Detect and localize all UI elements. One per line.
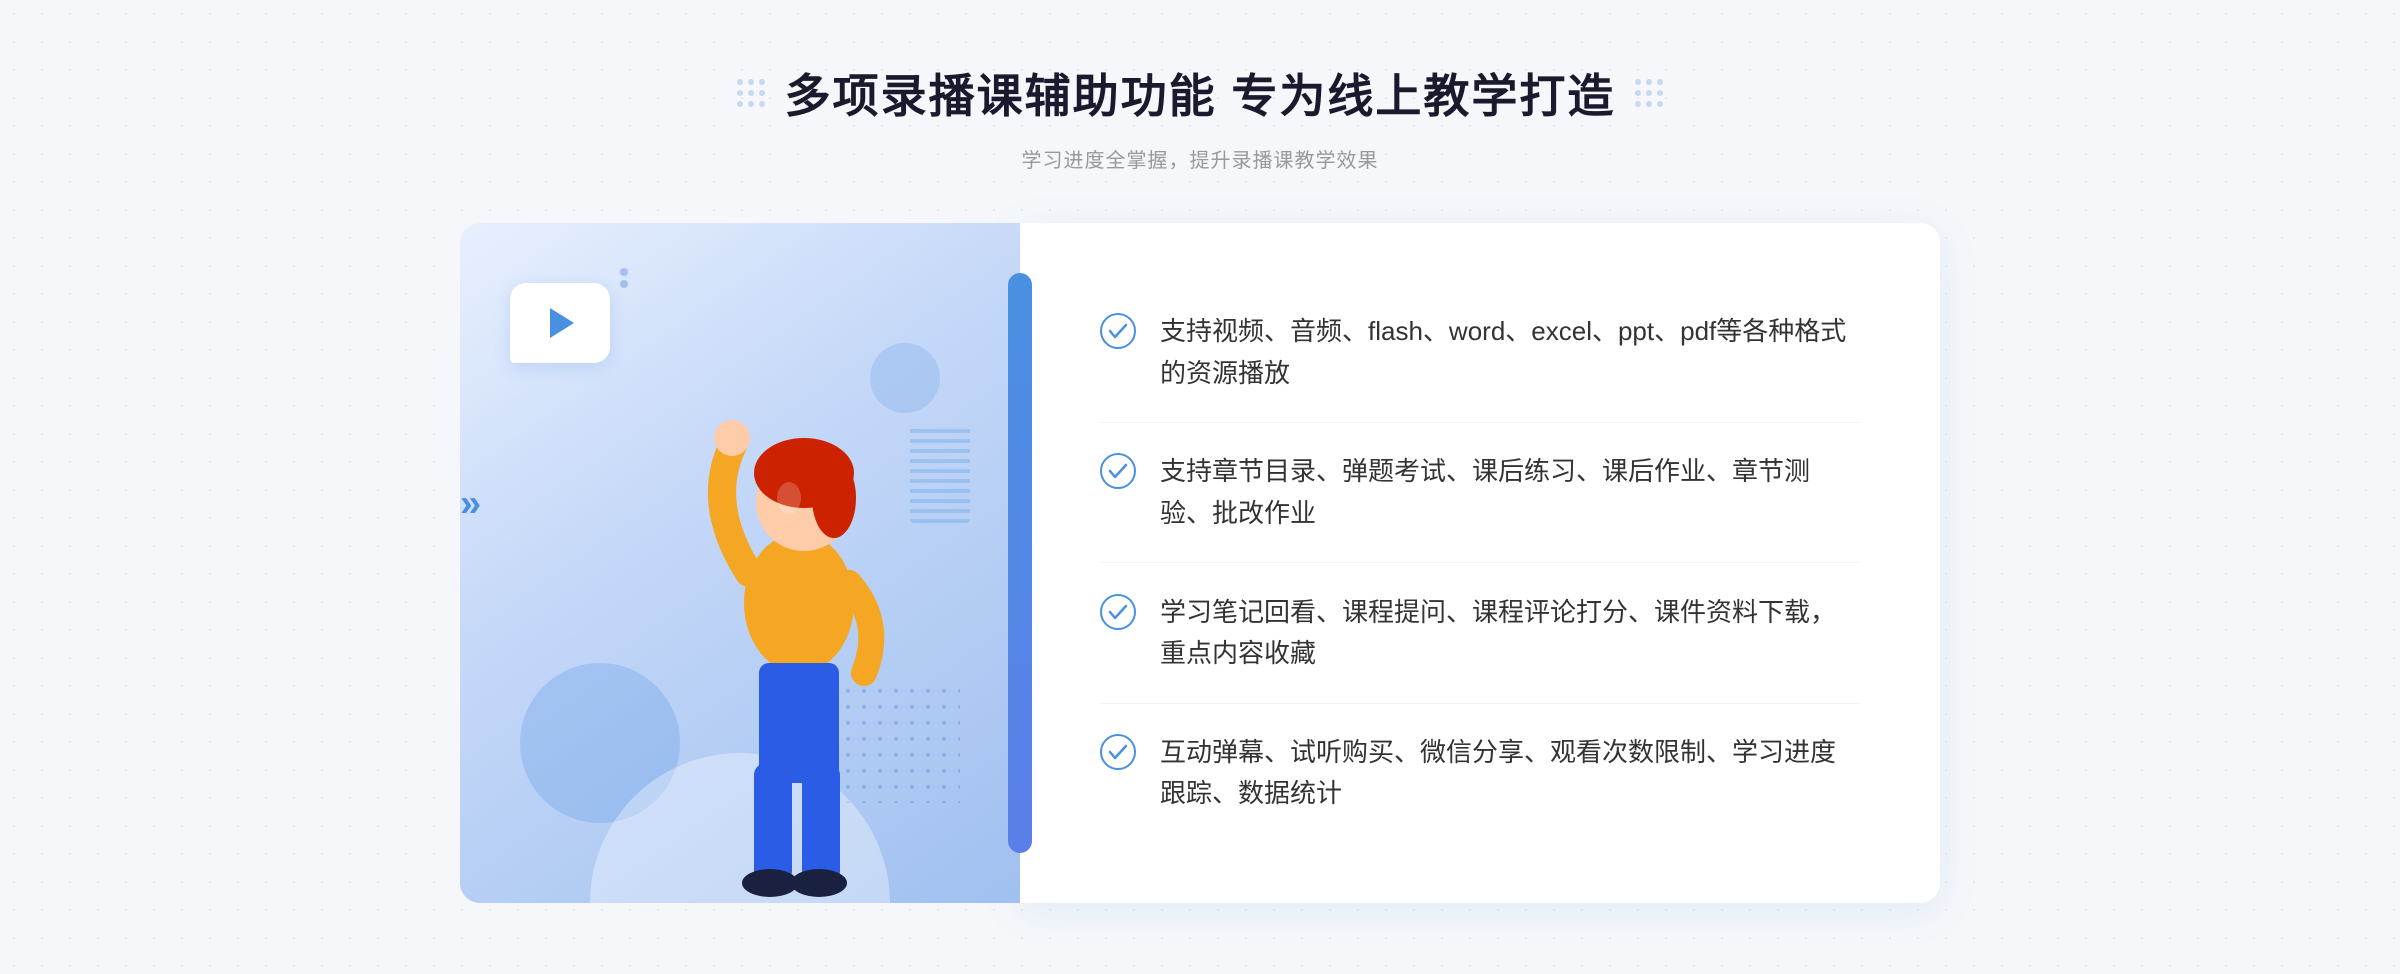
feature-item-2: 支持章节目录、弹题考试、课后练习、课后作业、章节测验、批改作业 — [1100, 423, 1860, 563]
left-arrows-decoration: » — [460, 483, 475, 526]
main-title: 多项录播课辅助功能 专为线上教学打造 — [785, 60, 1616, 126]
sparkle-decoration — [620, 268, 628, 288]
feature-text-1: 支持视频、音频、flash、word、excel、ppt、pdf等各种格式的资源… — [1160, 311, 1860, 394]
decorative-dots-left — [737, 79, 765, 107]
feature-text-2: 支持章节目录、弹题考试、课后练习、课后作业、章节测验、批改作业 — [1160, 451, 1860, 534]
feature-item-3: 学习笔记回看、课程提问、课程评论打分、课件资料下载，重点内容收藏 — [1100, 564, 1860, 704]
check-icon-4 — [1100, 734, 1136, 770]
page-wrapper: 多项录播课辅助功能 专为线上教学打造 学习进度全掌握，提升录播课教学效果 — [0, 0, 2400, 974]
blue-accent-bar — [1008, 273, 1032, 853]
feature-text-3: 学习笔记回看、课程提问、课程评论打分、课件资料下载，重点内容收藏 — [1160, 592, 1860, 675]
feature-item-1: 支持视频、音频、flash、word、excel、ppt、pdf等各种格式的资源… — [1100, 283, 1860, 423]
header-section: 多项录播课辅助功能 专为线上教学打造 学习进度全掌握，提升录播课教学效果 — [737, 0, 1664, 173]
feature-item-4: 互动弹幕、试听购买、微信分享、观看次数限制、学习进度跟踪、数据统计 — [1100, 704, 1860, 843]
right-features-card: 支持视频、音频、flash、word、excel、ppt、pdf等各种格式的资源… — [1020, 223, 1940, 903]
left-illustration-card — [460, 223, 1020, 903]
play-bubble — [510, 283, 610, 363]
subtitle: 学习进度全掌握，提升录播课教学效果 — [1022, 144, 1379, 173]
feature-text-4: 互动弹幕、试听购买、微信分享、观看次数限制、学习进度跟踪、数据统计 — [1160, 732, 1860, 815]
content-area: 支持视频、音频、flash、word、excel、ppt、pdf等各种格式的资源… — [460, 223, 1940, 903]
check-icon-1 — [1100, 313, 1136, 349]
check-icon-2 — [1100, 453, 1136, 489]
decorative-dots-right — [1635, 79, 1663, 107]
person-figure — [644, 343, 964, 903]
play-icon — [550, 308, 574, 338]
check-icon-3 — [1100, 594, 1136, 630]
title-row: 多项录播课辅助功能 专为线上教学打造 — [737, 60, 1664, 126]
